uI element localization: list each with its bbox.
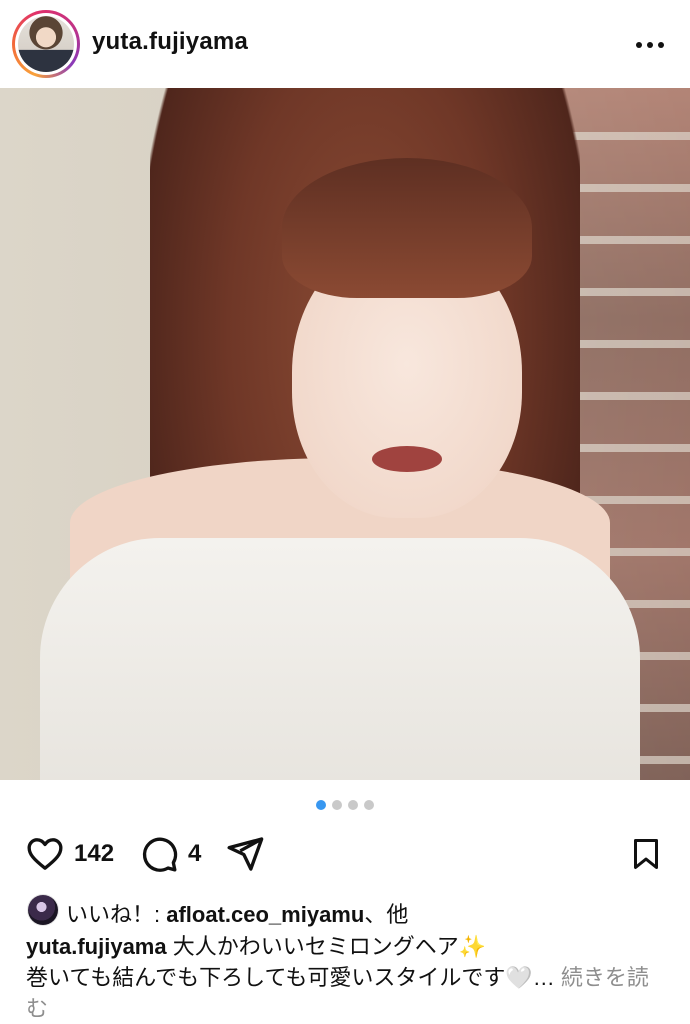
avatar-border [15,13,77,75]
more-options-icon[interactable] [630,30,670,58]
carousel-dot-active [316,800,326,810]
story-ring[interactable] [12,10,80,78]
avatar[interactable] [18,16,74,72]
post-image[interactable] [0,88,690,780]
carousel-dot [364,800,374,810]
post-username[interactable]: yuta.fujiyama [92,28,248,56]
caption-line-2: 巻いても結んでも下ろしても可愛いスタイルです🤍… 続きを読む [26,962,666,1024]
likes-label: いいね！: [66,902,167,927]
post-header: yuta.fujiyama [0,0,690,88]
carousel-dot [332,800,342,810]
caption-username[interactable]: yuta.fujiyama [26,934,167,959]
liker-avatar[interactable] [28,895,58,925]
bookmark-icon[interactable] [628,834,664,874]
liker-username[interactable]: afloat.ceo_miyamu [166,902,364,927]
caption-text-2: 巻いても結んでも下ろしても可愛いスタイルです🤍… [26,965,555,990]
comment-icon[interactable] [138,834,180,874]
heart-icon[interactable] [24,834,66,874]
photo-lips [372,446,442,472]
post-caption: yuta.fujiyama 大人かわいいセミロングヘア✨ 巻いても結んでも下ろし… [26,931,666,1024]
like-count[interactable]: 142 [74,840,114,868]
send-icon[interactable] [224,834,266,874]
comment-count[interactable]: 4 [188,840,201,868]
likes-text: いいね！: afloat.ceo_miyamu、他 [66,897,408,929]
carousel-dot [348,800,358,810]
photo-sweater [40,538,640,780]
action-bar: 142 4 [0,828,690,880]
photo-bangs [282,158,532,298]
likes-others[interactable]: 、他 [364,902,408,927]
caption-text-1: 大人かわいいセミロングヘア✨ [166,934,487,959]
caption-line-1: yuta.fujiyama 大人かわいいセミロングヘア✨ [26,931,666,962]
carousel-indicator [0,800,690,810]
